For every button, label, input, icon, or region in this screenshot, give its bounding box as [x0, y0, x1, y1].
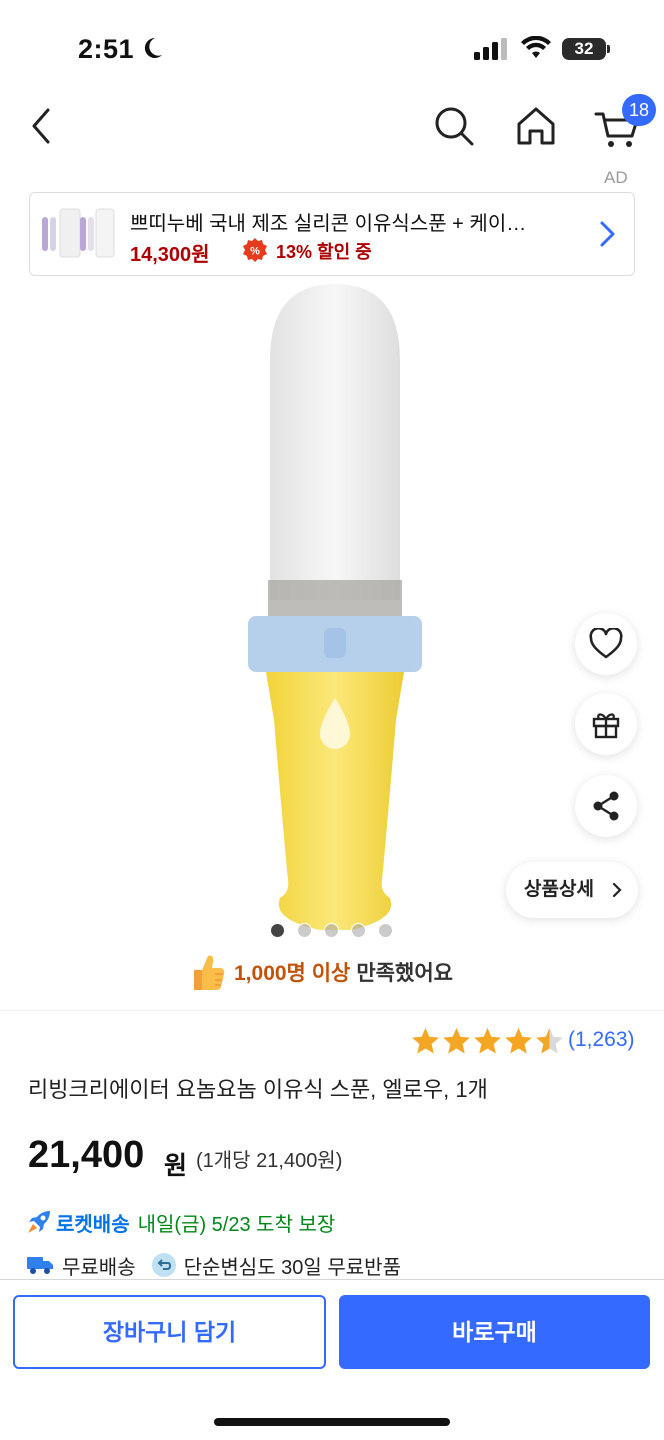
ad-banner[interactable]: 쁘띠누베 국내 제조 실리콘 이유식스푼 + 케이… 14,300원 % 13%… [29, 192, 635, 276]
buy-now-button[interactable]: 바로구매 [339, 1295, 650, 1369]
unit-price: (1개당 21,400원) [196, 1150, 343, 1172]
wifi-icon [521, 36, 551, 58]
share-button[interactable] [575, 775, 637, 837]
share-icon [593, 791, 619, 821]
star-full-icon [443, 1027, 470, 1054]
ad-price: 14,300원 [130, 244, 210, 266]
free-shipping-label: 무료배송 [62, 1256, 136, 1279]
review-count-link[interactable]: (1,263) [568, 1028, 635, 1052]
star-half-icon [536, 1027, 563, 1054]
gallery-dot[interactable] [270, 923, 285, 938]
status-time: 2:51 [78, 34, 135, 64]
satisfaction-count: 1,000명 이상 [234, 962, 351, 985]
product-detail-button[interactable]: 상품상세 [506, 862, 638, 918]
cart-count-badge: 18 [622, 94, 656, 126]
gallery-dot[interactable] [324, 923, 339, 938]
search-icon[interactable] [432, 104, 476, 148]
price-currency: 원 [164, 1152, 188, 1180]
satisfaction-text: 만족했어요 [356, 962, 453, 985]
gift-button[interactable] [575, 693, 637, 755]
back-icon[interactable] [22, 104, 62, 148]
heart-icon [589, 628, 623, 659]
product-detail-label: 상품상세 [524, 879, 594, 900]
status-bar: 2:51 32 [0, 0, 664, 90]
signal-icon [474, 38, 507, 60]
gallery-pagination [270, 923, 393, 938]
product-image[interactable] [240, 280, 430, 940]
return-policy-label: 단순변심도 30일 무료반품 [183, 1256, 401, 1279]
gallery-dot[interactable] [351, 923, 366, 938]
ad-discount: 13% 할인 중 [276, 242, 372, 262]
ad-product-thumbnail [42, 208, 115, 258]
home-icon[interactable] [514, 104, 558, 148]
svg-text:%: % [250, 246, 260, 258]
rating-stars[interactable] [410, 1026, 565, 1056]
gift-icon [592, 713, 620, 739]
add-to-cart-button[interactable]: 장바구니 담기 [13, 1295, 326, 1369]
ad-title: 쁘띠누베 국내 제조 실리콘 이유식스푼 + 케이… [130, 213, 527, 235]
battery-tip [607, 45, 610, 53]
truck-icon [27, 1257, 53, 1274]
chevron-right-icon [600, 221, 615, 247]
home-indicator[interactable] [214, 1418, 450, 1426]
chevron-right-icon [612, 882, 622, 898]
discount-badge-icon: % [243, 238, 267, 262]
battery-icon: 32 [562, 38, 606, 60]
wishlist-button[interactable] [575, 613, 637, 675]
gallery-dot[interactable] [297, 923, 312, 938]
product-price: 21,400 [28, 1134, 145, 1176]
rocket-delivery-row: 로켓배송 내일(금) 5/23 도착 보장 [26, 1206, 335, 1238]
product-title: 리빙크리에이터 요놈요놈 이유식 스푼, 엘로우, 1개 [28, 1077, 488, 1102]
rocket-delivery-label: 로켓배송 [56, 1213, 130, 1236]
satisfaction-banner: 1,000명 이상 만족했어요 [190, 952, 453, 992]
shipping-policy-row: 무료배송 단순변심도 30일 무료반품 [26, 1249, 417, 1281]
gallery-dot[interactable] [378, 923, 393, 938]
star-full-icon [412, 1027, 439, 1054]
star-full-icon [474, 1027, 501, 1054]
arrival-date: 내일(금) 5/23 도착 보장 [137, 1213, 336, 1236]
star-full-icon [505, 1027, 532, 1054]
moon-icon [144, 37, 162, 58]
return-icon [151, 1253, 176, 1277]
section-divider [0, 1010, 664, 1011]
ad-label: AD [604, 168, 628, 187]
bottom-action-bar: 장바구니 담기 바로구매 [0, 1279, 664, 1440]
rocket-icon [28, 1211, 50, 1233]
thumbs-up-icon [194, 955, 225, 990]
